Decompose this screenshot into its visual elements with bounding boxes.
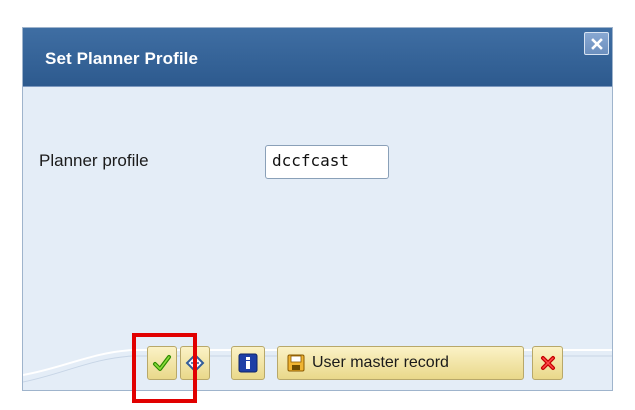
dialog-title: Set Planner Profile (45, 49, 199, 68)
info-button[interactable] (231, 346, 265, 380)
ok-button[interactable] (147, 346, 177, 380)
user-master-record-button[interactable]: User master record (277, 346, 524, 380)
dialog-content: Planner profile dccfcast (23, 87, 612, 390)
cancel-icon (540, 356, 555, 370)
save-icon (287, 354, 305, 372)
diamond-icon (185, 353, 205, 373)
dialog-title-bar: Set Planner Profile (23, 28, 612, 87)
planner-profile-label: Planner profile (39, 151, 149, 170)
cancel-button[interactable] (532, 346, 563, 380)
info-icon (238, 353, 258, 373)
user-master-record-label: User master record (312, 354, 449, 371)
planner-profile-field[interactable]: dccfcast (265, 145, 389, 179)
close-button[interactable] (584, 32, 609, 55)
checkmark-icon (153, 355, 171, 371)
page: Set Planner Profile Planner profile dccf… (0, 0, 635, 410)
close-icon (590, 37, 603, 50)
other-button[interactable] (180, 346, 210, 380)
set-planner-profile-dialog: Set Planner Profile Planner profile dccf… (22, 27, 613, 391)
